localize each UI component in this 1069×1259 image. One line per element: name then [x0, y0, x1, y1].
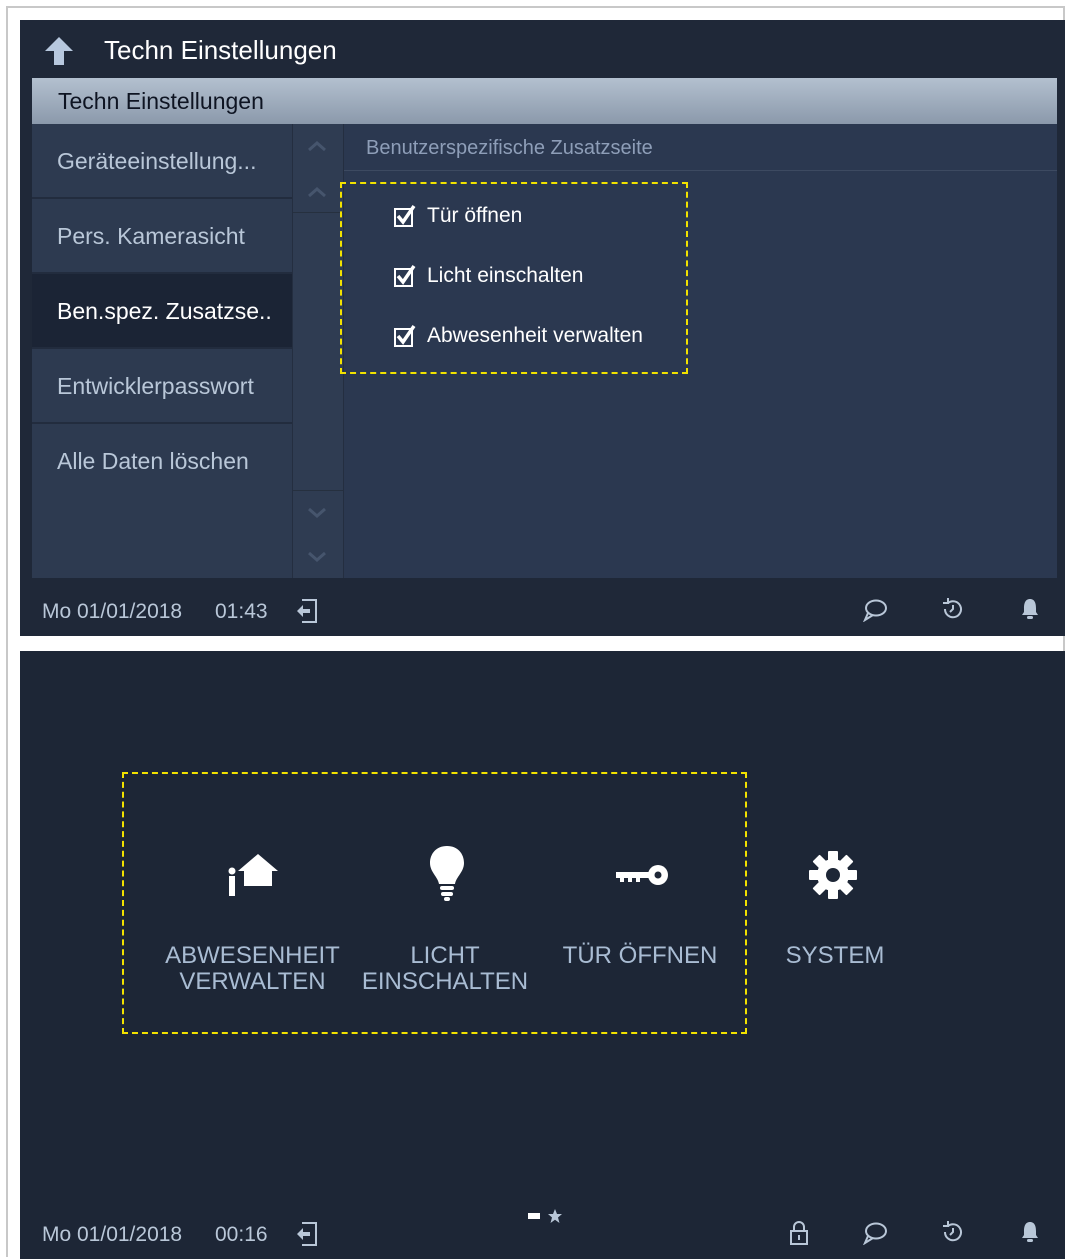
light-bulb-icon [430, 846, 464, 901]
menu-item-developer-password[interactable]: Entwicklerpasswort [32, 349, 292, 424]
status-date: Mo 01/01/2018 [42, 1223, 183, 1246]
settings-menu: Geräteeinstellung... Pers. Kamerasicht B… [32, 124, 292, 578]
menu-item-label: Entwicklerpasswort [57, 373, 254, 399]
menu-scrollbar [292, 124, 344, 578]
content-title: Benutzerspezifische Zusatzseite [366, 137, 653, 159]
scroll-up-button[interactable] [293, 124, 343, 213]
chevron-up-icon [308, 141, 326, 152]
menu-item-custom-page[interactable]: Ben.spez. Zusatzse.. [32, 274, 292, 349]
status-time: 01:43 [215, 600, 268, 623]
checkbox-label: Abwesenheit verwalten [427, 324, 643, 347]
checkbox-label: Tür öffnen [427, 204, 523, 227]
chevron-up-icon [308, 187, 326, 198]
page-title: Techn Einstellungen [104, 35, 337, 65]
menu-item-label: Ben.spez. Zusatzse.. [57, 298, 272, 324]
chat-icon[interactable] [862, 598, 888, 622]
logout-icon[interactable] [294, 598, 318, 624]
scroll-down-button[interactable] [293, 490, 343, 579]
menu-item-label: Alle Daten löschen [57, 448, 249, 474]
chat-icon[interactable] [862, 1221, 888, 1245]
app-label-line: LICHT [410, 942, 480, 969]
menu-item-delete-all[interactable]: Alle Daten löschen [32, 424, 292, 499]
key-icon [616, 865, 668, 885]
chevron-down-icon [308, 551, 326, 562]
lock-icon[interactable] [789, 1220, 809, 1246]
status-bar: Mo 01/01/2018 00:16 [20, 1201, 1065, 1259]
app-label: TÜR ÖFFNEN [550, 943, 730, 969]
app-label: ABWESENHEIT VERWALTEN [155, 943, 350, 995]
app-label: LICHT EINSCHALTEN [355, 943, 535, 995]
status-time: 00:16 [215, 1223, 268, 1246]
chevron-down-icon [308, 507, 326, 518]
checkbox-label: Licht einschalten [427, 264, 584, 287]
logout-icon[interactable] [294, 1221, 318, 1247]
gear-icon [809, 851, 857, 899]
app-label-line: SYSTEM [785, 942, 885, 969]
content-header: Benutzerspezifische Zusatzseite [344, 124, 1057, 171]
settings-screen: Techn Einstellungen Techn Einstellungen … [20, 20, 1065, 636]
checkbox-checked-icon [394, 265, 416, 287]
app-label-line: ABWESENHEIT [165, 942, 340, 969]
app-label-line: TÜR ÖFFNEN [562, 942, 718, 969]
app-label-line: VERWALTEN [179, 968, 326, 995]
title-bar: Techn Einstellungen [20, 20, 1065, 78]
home-screen: ABWESENHEIT VERWALTEN LICHT EINSCHALTEN … [20, 651, 1065, 1259]
history-icon[interactable] [941, 1220, 965, 1244]
section-header: Techn Einstellungen [32, 78, 1057, 124]
app-label: SYSTEM [745, 943, 925, 969]
away-home-icon [228, 854, 278, 896]
bell-icon[interactable] [1020, 597, 1040, 621]
bell-icon[interactable] [1020, 1220, 1040, 1244]
checkbox-door-open[interactable]: Tür öffnen [394, 201, 522, 231]
back-arrow-icon[interactable] [42, 34, 76, 68]
menu-item-camera-view[interactable]: Pers. Kamerasicht [32, 199, 292, 274]
checkbox-light-on[interactable]: Licht einschalten [394, 261, 583, 291]
history-icon[interactable] [941, 597, 965, 621]
status-bar: Mo 01/01/2018 01:43 [20, 578, 1065, 636]
menu-item-device-settings[interactable]: Geräteeinstellung... [32, 124, 292, 199]
menu-item-label: Geräteeinstellung... [57, 148, 257, 174]
checkbox-checked-icon [394, 205, 416, 227]
status-date: Mo 01/01/2018 [42, 600, 183, 623]
menu-item-label: Pers. Kamerasicht [57, 223, 245, 249]
checkbox-checked-icon [394, 325, 416, 347]
app-label-line: EINSCHALTEN [361, 968, 529, 995]
checkbox-manage-absence[interactable]: Abwesenheit verwalten [394, 321, 643, 351]
section-header-label: Techn Einstellungen [58, 88, 264, 114]
